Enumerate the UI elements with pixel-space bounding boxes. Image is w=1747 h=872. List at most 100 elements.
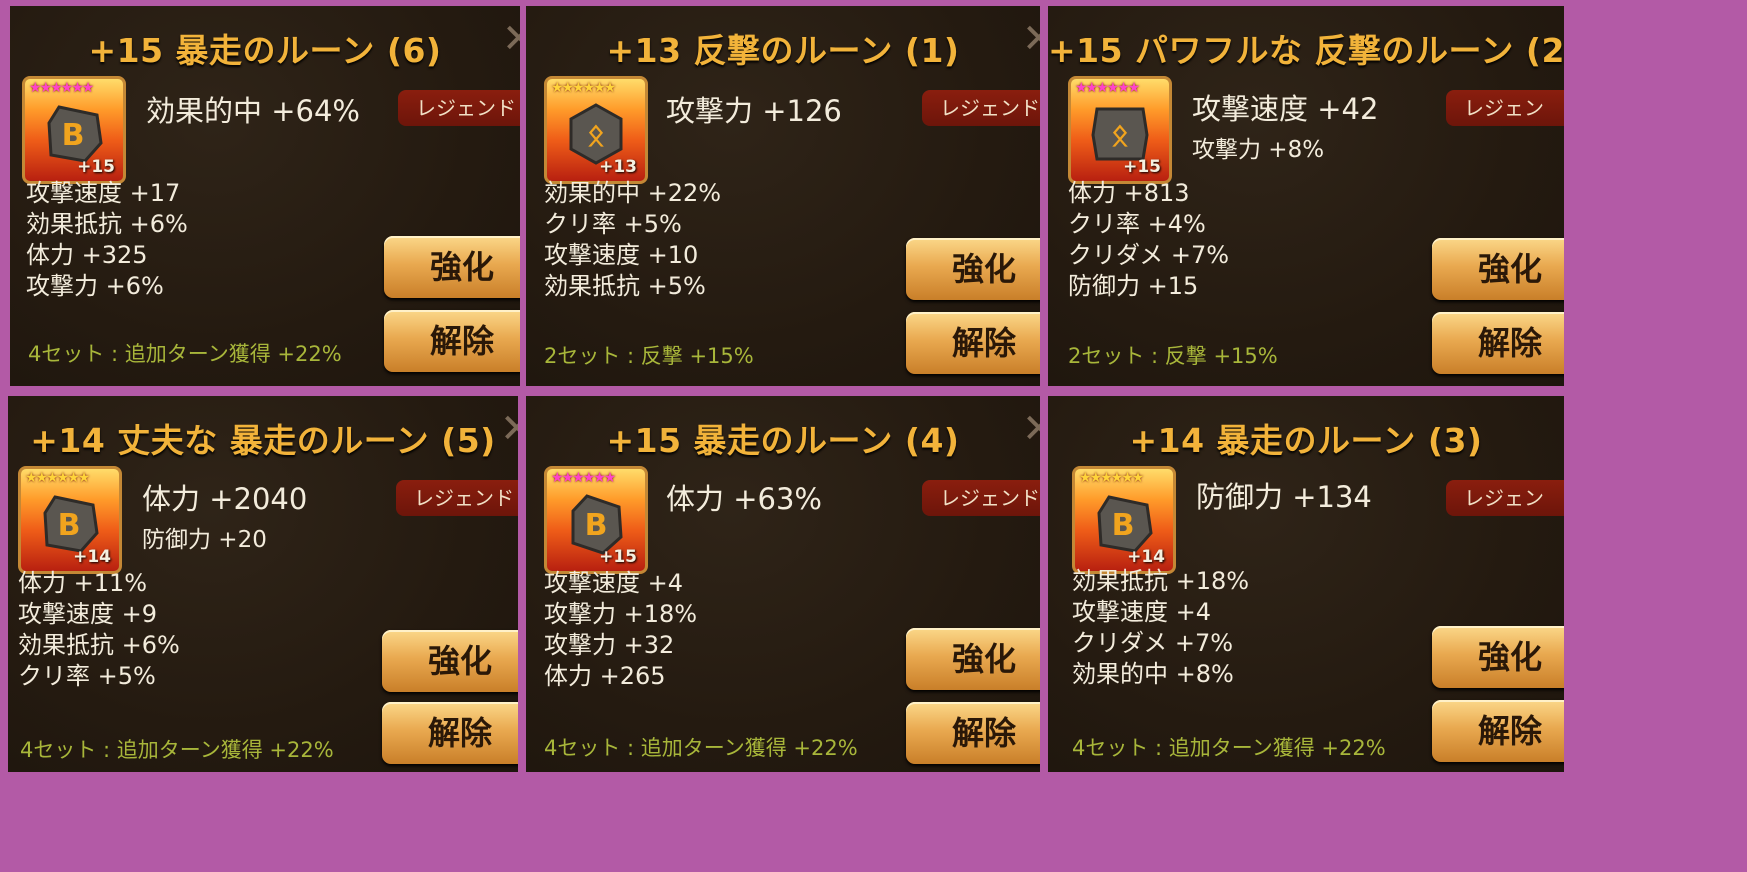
sub-stat: 体力 +265 [544,662,666,690]
unequip-button[interactable]: 解除 [1432,700,1564,762]
enhance-button[interactable]: 強化 [382,630,518,692]
sub-stat: 効果的中 +22% [544,179,722,207]
rune-level: +15 [1123,157,1161,177]
sub-stats: 体力 +11% 攻撃速度 +9 効果抵抗 +6% クリ率 +5% [18,568,180,692]
main-stat: 体力 +63% [666,482,822,516]
set-effect: 4セット : 追加ターン獲得 +22% [28,342,342,366]
sub-stats: 体力 +813 クリ率 +4% クリダメ +7% 防御力 +15 [1068,178,1229,302]
close-icon[interactable]: ✕ [502,19,520,59]
rune-card: +15 暴走のルーン (4) ✕ ★★★★★★ B +15 体力 +63% レジ… [526,396,1040,772]
rune-icon[interactable]: ★★★★★★ B +14 [1072,466,1176,574]
rune-level: +15 [599,547,637,567]
sub-stat: 攻撃速度 +4 [1072,598,1212,626]
set-effect: 4セット : 追加ターン獲得 +22% [544,736,858,760]
rune-card: +15 パワフルな 反撃のルーン (2) ★★★★★★ ᛟ +15 攻撃速度 +… [1048,6,1564,386]
sub-stats: 効果的中 +22% クリ率 +5% 攻撃速度 +10 効果抵抗 +5% [544,178,721,302]
set-effect: 2セット : 反撃 +15% [1068,344,1278,368]
unequip-button[interactable]: 解除 [384,310,520,372]
sub-stat: 効果抵抗 +6% [18,631,180,659]
close-icon[interactable]: ✕ [1022,409,1040,449]
enhance-button[interactable]: 強化 [906,628,1040,690]
set-effect: 4セット : 追加ターン獲得 +22% [20,738,334,762]
grade-badge: レジェンド [922,480,1040,516]
main-stat: 攻撃力 +126 [666,94,842,128]
rune-icon[interactable]: ★★★★★★ ᛟ +13 [544,76,648,184]
svg-text:ᛟ: ᛟ [587,118,605,153]
rune-slot-hexagon-icon: B [571,494,623,555]
sub-stat: クリ率 +5% [544,210,682,238]
close-icon[interactable]: ✕ [500,409,518,449]
grade-badge: レジェン [1446,480,1564,516]
rune-icon[interactable]: ★★★★★★ ᛟ +15 [1068,76,1172,184]
sub-stat: 攻撃速度 +4 [544,569,684,597]
svg-text:ᛟ: ᛟ [1111,118,1129,153]
enhance-button[interactable]: 強化 [384,236,520,298]
rune-slot-hexagon-icon: ᛟ [569,103,623,165]
sub-stat: 攻撃速度 +10 [544,241,699,269]
rune-level: +14 [73,547,111,567]
sub-stat: 体力 +11% [18,569,148,597]
unequip-button[interactable]: 解除 [906,312,1040,374]
enhance-button[interactable]: 強化 [1432,626,1564,688]
star-rating-icon: ★★★★★★ [25,470,90,486]
set-effect: 2セット : 反撃 +15% [544,344,754,368]
sub-stats: 攻撃速度 +4 攻撃力 +18% 攻撃力 +32 体力 +265 [544,568,697,692]
rune-title: +15 暴走のルーン (4) [606,421,960,460]
innate-stat: 攻撃力 +8% [1192,137,1325,163]
star-rating-icon: ★★★★★★ [29,80,94,96]
unequip-button[interactable]: 解除 [906,702,1040,764]
rune-title: +14 丈夫な 暴走のルーン (5) [30,421,496,460]
sub-stat: 体力 +813 [1068,179,1190,207]
sub-stat: クリダメ +7% [1072,629,1234,657]
unequip-button[interactable]: 解除 [382,702,518,764]
grade-badge: レジェンド [396,480,518,516]
svg-text:B: B [1112,508,1135,543]
sub-stat: クリ率 +5% [18,662,156,690]
sub-stat: 攻撃力 +32 [544,631,675,659]
grade-badge: レジェン [1446,90,1564,126]
enhance-button[interactable]: 強化 [906,238,1040,300]
rune-level: +14 [1127,547,1165,567]
sub-stats: 効果抵抗 +18% 攻撃速度 +4 クリダメ +7% 効果的中 +8% [1072,566,1249,690]
rune-icon[interactable]: ★★★★★★ B +15 [544,466,648,574]
svg-text:B: B [585,508,608,543]
rune-slot-hexagon-icon: B [47,105,103,163]
rune-card: +14 暴走のルーン (3) ★★★★★★ B +14 防御力 +134 レジェ… [1048,396,1564,772]
grade-badge: レジェンド [398,90,520,126]
innate-stat: 防御力 +20 [142,527,267,553]
rune-level: +13 [599,157,637,177]
sub-stat: 体力 +325 [26,241,148,269]
sub-stat: 効果抵抗 +18% [1072,567,1250,595]
main-stat: 体力 +2040 [142,482,308,516]
enhance-button[interactable]: 強化 [1432,238,1564,300]
rune-title: +13 反撃のルーン (1) [606,31,960,70]
rune-card: +13 反撃のルーン (1) ✕ ★★★★★★ ᛟ +13 攻撃力 +126 レ… [526,6,1040,386]
rune-grid: +15 暴走のルーン (6) ✕ ★★★★★★ B +15 効果的中 +64% … [0,0,1747,872]
star-rating-icon: ★★★★★★ [551,80,616,96]
sub-stat: 攻撃速度 +17 [26,179,181,207]
main-stat: 効果的中 +64% [146,94,360,128]
rune-icon[interactable]: ★★★★★★ B +14 [18,466,122,574]
sub-stat: クリダメ +7% [1068,241,1230,269]
sub-stat: 効果的中 +8% [1072,660,1234,688]
rune-slot-hexagon-icon: ᛟ [1091,107,1149,161]
svg-text:B: B [58,508,81,543]
close-icon[interactable]: ✕ [1022,19,1040,59]
sub-stat: 効果抵抗 +5% [544,272,706,300]
rune-icon[interactable]: ★★★★★★ B +15 [22,76,126,184]
rune-slot-hexagon-icon: B [1097,495,1153,553]
unequip-button[interactable]: 解除 [1432,312,1564,374]
sub-stat: 攻撃力 +18% [544,600,698,628]
sub-stat: 防御力 +15 [1068,272,1199,300]
rune-title: +14 暴走のルーン (3) [1129,421,1483,460]
sub-stat: 攻撃力 +6% [26,272,164,300]
rune-level: +15 [77,157,115,177]
star-rating-icon: ★★★★★★ [551,470,616,486]
sub-stat: クリ率 +4% [1068,210,1206,238]
sub-stat: 効果抵抗 +6% [26,210,188,238]
svg-text:B: B [62,118,85,153]
star-rating-icon: ★★★★★★ [1075,80,1140,96]
sub-stat: 攻撃速度 +9 [18,600,158,628]
rune-title: +15 暴走のルーン (6) [88,31,442,70]
rune-card: +14 丈夫な 暴走のルーン (5) ✕ ★★★★★★ B +14 体力 +20… [8,396,518,772]
